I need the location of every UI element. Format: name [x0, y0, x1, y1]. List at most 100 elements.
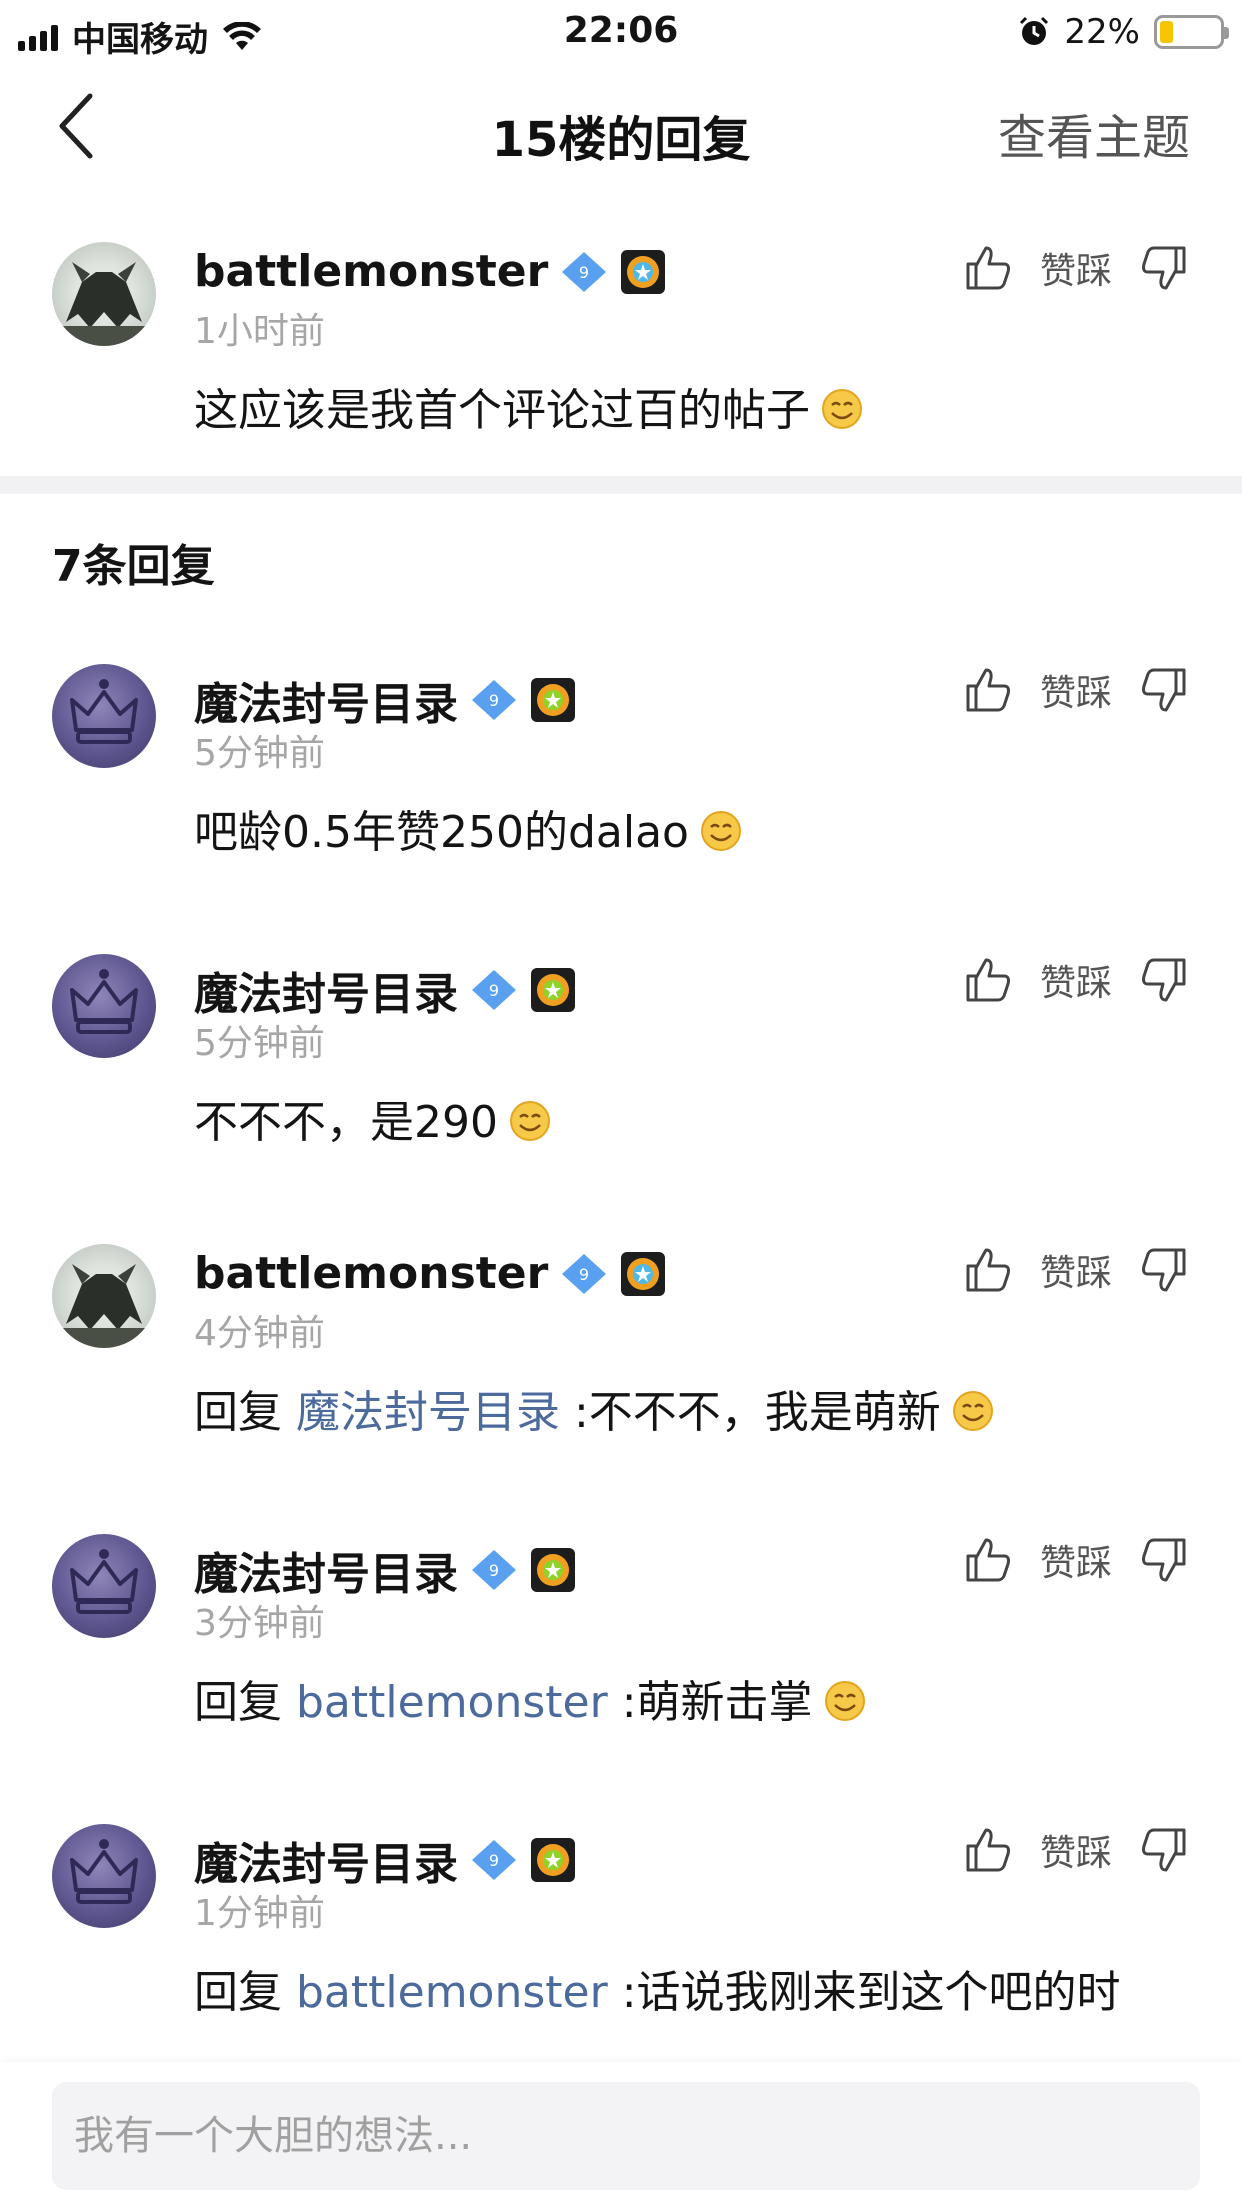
crown-avatar-icon: [70, 679, 138, 744]
level-badge-icon: 9: [562, 1253, 607, 1294]
thumbs-up-icon[interactable]: [962, 1534, 1014, 1586]
timestamp: 5分钟前: [194, 733, 325, 774]
thumbs-down-icon[interactable]: [1138, 1244, 1190, 1296]
crown-avatar-icon: [70, 969, 138, 1034]
thumbs-up-icon[interactable]: [962, 242, 1014, 294]
avatar[interactable]: [52, 242, 156, 346]
status-bar: 中国移动 22:06 22%: [0, 0, 1242, 62]
reply-text: :萌新击掌: [607, 1677, 813, 1728]
vote-label: 赞踩: [1039, 963, 1112, 1004]
username[interactable]: 魔法封号目录: [194, 1828, 458, 1892]
avatar[interactable]: [52, 1244, 156, 1348]
avatar[interactable]: [52, 954, 156, 1058]
star-medal-icon: [531, 1838, 575, 1882]
status-right: 22%: [1018, 12, 1229, 52]
thumbs-down-icon[interactable]: [1138, 1824, 1190, 1876]
username-row: battlemonster 9: [194, 246, 666, 297]
avatar[interactable]: [52, 1824, 156, 1928]
mention-link[interactable]: battlemonster: [296, 1967, 608, 2018]
vote-label: 赞踩: [1039, 673, 1112, 714]
star-medal-icon: [531, 678, 575, 722]
avatar[interactable]: [52, 1534, 156, 1638]
username[interactable]: battlemonster: [194, 1248, 548, 1299]
vote-label: 赞踩: [1039, 1253, 1112, 1294]
reply-content: 回复 battlemonster :萌新击掌: [194, 1672, 1154, 1734]
smile-emoji-icon: [700, 811, 741, 851]
thumbs-up-icon[interactable]: [962, 1824, 1014, 1876]
reply-content: 回复 battlemonster :话说我刚来到这个吧的时: [194, 1962, 1154, 2024]
vote-actions: 赞踩: [962, 242, 1190, 294]
username[interactable]: 魔法封号目录: [194, 668, 458, 732]
username-row: 魔法封号目录 9: [194, 668, 576, 732]
username[interactable]: battlemonster: [194, 246, 548, 297]
vote-label: 赞踩: [1039, 1833, 1112, 1874]
timestamp: 5分钟前: [194, 1023, 325, 1064]
reply-text: 吧龄0.5年赞250的dalao: [194, 807, 689, 858]
thumbs-up-icon[interactable]: [962, 664, 1014, 716]
reply-content: 不不不，是290: [194, 1092, 1154, 1154]
battery-percent: 22%: [1064, 12, 1140, 52]
smile-emoji-icon: [509, 1101, 550, 1141]
reply-text: :话说我刚来到这个吧的时: [607, 1967, 1121, 2018]
timestamp: 1小时前: [194, 311, 325, 352]
reply-text: :不不不，我是萌新: [560, 1387, 941, 1438]
level-badge-icon: 9: [472, 1840, 516, 1880]
reply-content: 吧龄0.5年赞250的dalao: [194, 802, 1154, 864]
section-divider: [0, 476, 1242, 494]
thumbs-down-icon[interactable]: [1138, 1534, 1190, 1586]
vote-actions: 赞踩: [962, 664, 1190, 716]
svg-text:9: 9: [579, 1265, 589, 1284]
reply-prefix: 回复: [194, 1677, 296, 1728]
battery-level: [1160, 21, 1173, 43]
mention-link[interactable]: 魔法封号目录: [296, 1387, 560, 1438]
reply-input[interactable]: [52, 2082, 1200, 2190]
username[interactable]: 魔法封号目录: [194, 1538, 458, 1602]
vote-actions: 赞踩: [962, 1534, 1190, 1586]
star-medal-icon: [621, 1251, 666, 1296]
level-badge-icon: 9: [472, 970, 516, 1010]
reply-prefix: 回复: [194, 1967, 296, 2018]
mention-link[interactable]: battlemonster: [296, 1677, 608, 1728]
battery-icon: [1154, 15, 1229, 49]
thumbs-down-icon[interactable]: [1138, 242, 1190, 294]
level-badge-icon: 9: [562, 251, 607, 292]
smile-emoji-icon: [822, 389, 862, 429]
reply-content: 回复 魔法封号目录 :不不不，我是萌新: [194, 1382, 1154, 1444]
timestamp: 4分钟前: [194, 1313, 325, 1354]
vote-actions: 赞踩: [962, 954, 1190, 1006]
monster-avatar-icon: [52, 1264, 156, 1348]
avatar[interactable]: [52, 664, 156, 768]
thumbs-down-icon[interactable]: [1138, 664, 1190, 716]
smile-emoji-icon: [952, 1391, 993, 1431]
view-thread-link[interactable]: 查看主题: [998, 98, 1190, 168]
svg-text:9: 9: [489, 1561, 499, 1580]
nav-bar: 15楼的回复 查看主题: [0, 62, 1242, 190]
thumbs-up-icon[interactable]: [962, 954, 1014, 1006]
username-row: 魔法封号目录 9: [194, 1538, 576, 1602]
svg-text:9: 9: [489, 981, 499, 1000]
star-medal-icon: [531, 1548, 575, 1592]
thumbs-up-icon[interactable]: [962, 1244, 1014, 1296]
reply-input-box[interactable]: [52, 2082, 1200, 2190]
alarm-icon: [1020, 16, 1049, 45]
timestamp: 1分钟前: [194, 1893, 325, 1934]
post-text: 这应该是我首个评论过百的帖子: [194, 385, 810, 436]
username-row: 魔法封号目录 9: [194, 1828, 576, 1892]
bottom-bar: [0, 2062, 1242, 2208]
reply-text: 不不不，是290: [194, 1097, 498, 1148]
vote-actions: 赞踩: [962, 1244, 1190, 1296]
star-medal-icon: [621, 249, 666, 294]
smile-emoji-icon: [824, 1681, 865, 1721]
star-medal-icon: [531, 968, 575, 1012]
monster-avatar-icon: [52, 262, 156, 346]
username-row: 魔法封号目录 9: [194, 958, 576, 1022]
level-badge-icon: 9: [472, 680, 516, 720]
username-row: battlemonster 9: [194, 1248, 666, 1299]
reply-count: 7条回复: [52, 541, 215, 592]
vote-label: 赞踩: [1039, 1543, 1112, 1584]
svg-text:9: 9: [579, 263, 589, 282]
username[interactable]: 魔法封号目录: [194, 958, 458, 1022]
svg-text:9: 9: [489, 691, 499, 710]
thumbs-down-icon[interactable]: [1138, 954, 1190, 1006]
svg-text:9: 9: [489, 1851, 499, 1870]
